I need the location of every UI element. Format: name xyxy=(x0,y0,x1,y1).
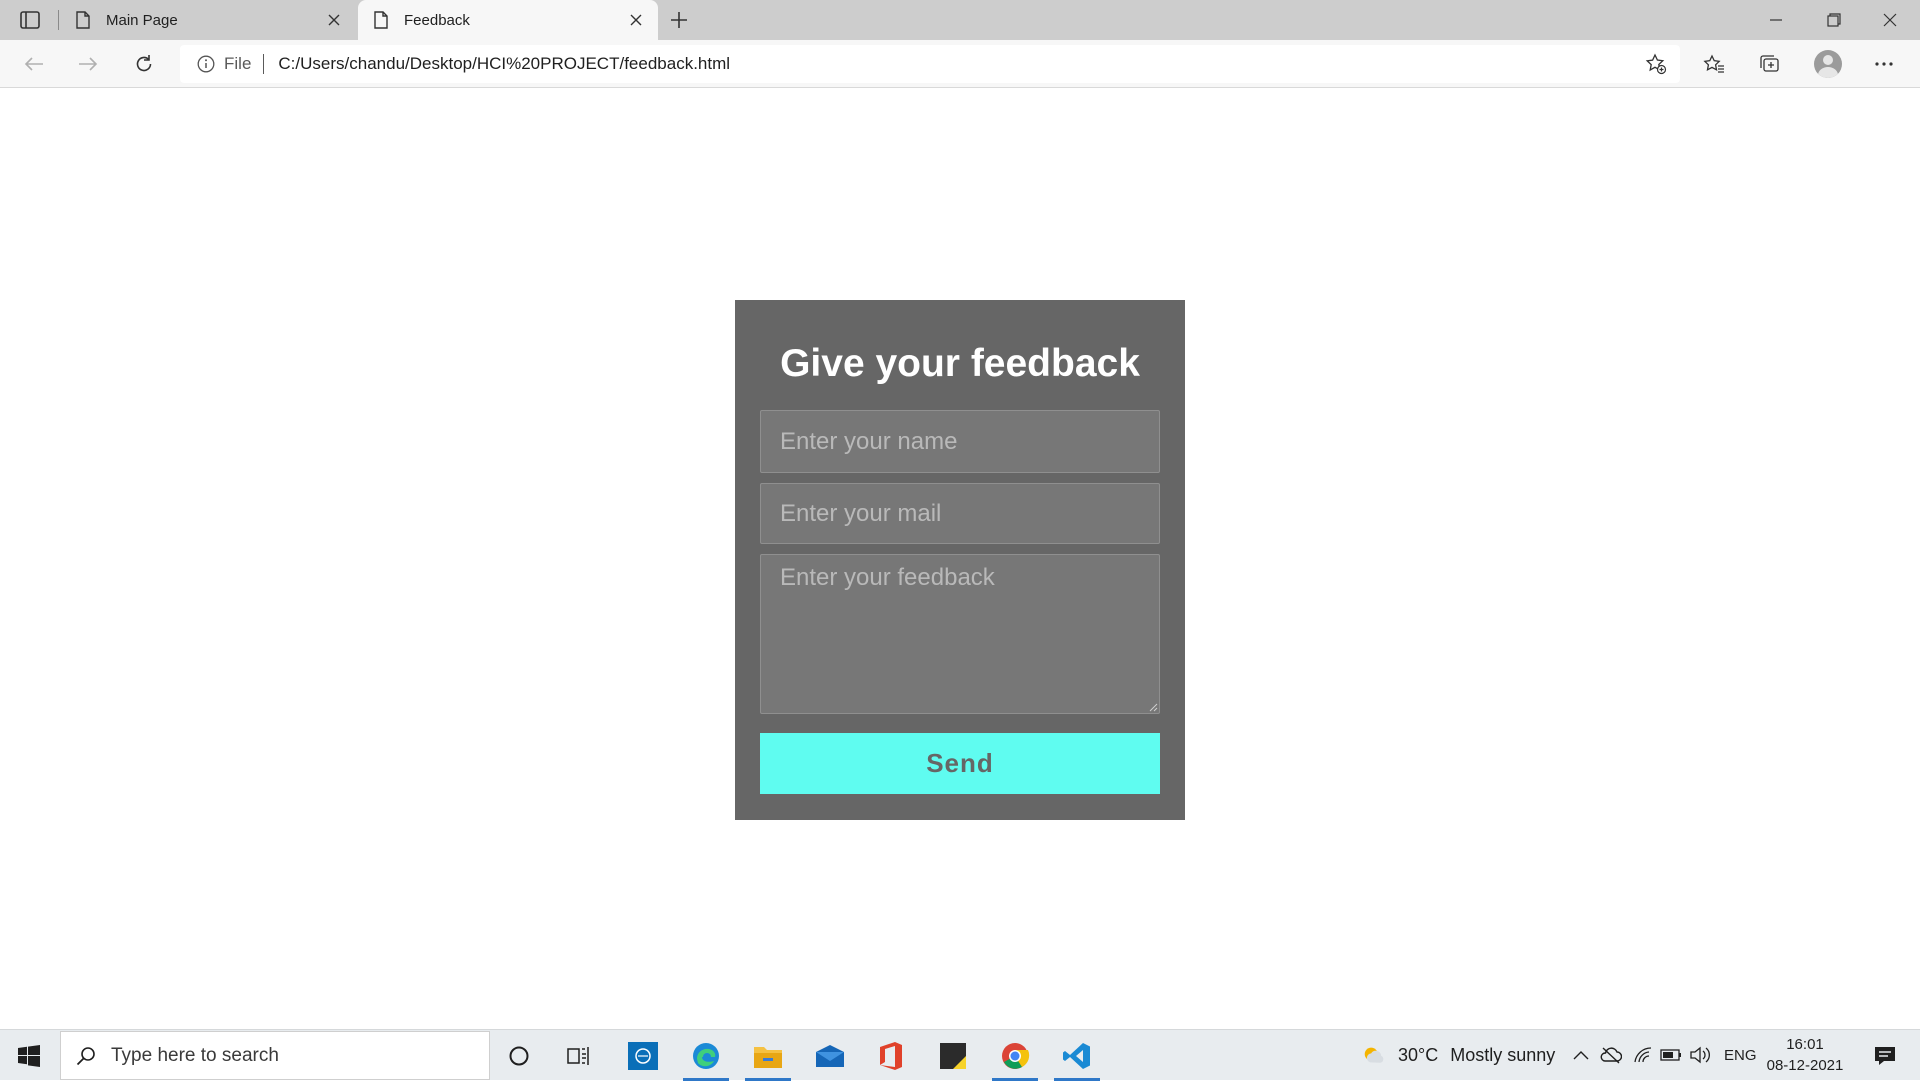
more-horizontal-icon xyxy=(1875,62,1893,66)
chevron-up-icon[interactable] xyxy=(1570,1044,1592,1066)
start-button[interactable] xyxy=(0,1030,58,1081)
task-view-icon xyxy=(567,1046,589,1065)
browser-tab-bar: Main Page Feedback xyxy=(0,0,1920,40)
clock-date: 08-12-2021 xyxy=(1766,1057,1844,1074)
tab-actions-button[interactable] xyxy=(14,8,46,32)
volume-icon[interactable] xyxy=(1690,1044,1712,1066)
address-scheme-label: File xyxy=(224,54,252,73)
feedback-textarea[interactable] xyxy=(760,554,1160,714)
input-language[interactable]: ENG xyxy=(1724,1030,1757,1081)
tab-title: Feedback xyxy=(404,11,470,29)
clock[interactable]: 16:01 08-12-2021 xyxy=(1760,1034,1850,1076)
search-placeholder: Type here to search xyxy=(111,1044,279,1066)
notifications-button[interactable] xyxy=(1860,1030,1910,1081)
feedback-form: Give your feedback Send xyxy=(735,300,1185,820)
mail-icon xyxy=(816,1044,844,1067)
favorites-button[interactable] xyxy=(1696,48,1732,80)
tab-title: Main Page xyxy=(106,11,178,29)
chrome-app-button[interactable] xyxy=(986,1030,1044,1081)
close-icon[interactable] xyxy=(622,6,650,34)
settings-menu-button[interactable] xyxy=(1866,48,1902,80)
office-icon xyxy=(880,1041,902,1070)
dell-app-icon xyxy=(628,1041,658,1070)
collections-button[interactable] xyxy=(1752,48,1788,80)
form-title: Give your feedback xyxy=(780,342,1140,385)
sticky-notes-icon xyxy=(940,1042,966,1069)
browser-toolbar: File C:/Users/chandu/Desktop/HCI%20PROJE… xyxy=(0,40,1920,88)
tab-main-page[interactable]: Main Page xyxy=(60,0,356,40)
back-button[interactable] xyxy=(16,48,52,80)
profile-button[interactable] xyxy=(1810,48,1846,80)
clock-time: 16:01 xyxy=(1786,1036,1824,1053)
taskbar-search[interactable]: Type here to search xyxy=(60,1031,490,1080)
weather-widget[interactable]: 30°C Mostly sunny xyxy=(1398,1030,1555,1081)
close-icon xyxy=(1883,13,1897,27)
email-input[interactable] xyxy=(760,483,1160,544)
page-icon xyxy=(372,11,390,29)
tab-separator xyxy=(58,10,59,30)
edge-icon xyxy=(693,1042,719,1069)
window-close-button[interactable] xyxy=(1862,0,1918,40)
file-explorer-button[interactable] xyxy=(739,1030,797,1081)
address-bar[interactable]: File C:/Users/chandu/Desktop/HCI%20PROJE… xyxy=(180,45,1680,83)
arrow-right-icon xyxy=(79,57,98,71)
name-input[interactable] xyxy=(760,410,1160,473)
folder-icon xyxy=(754,1046,782,1068)
windows-logo-icon xyxy=(18,1044,40,1067)
forward-button[interactable] xyxy=(70,48,106,80)
refresh-icon xyxy=(136,55,152,72)
weather-condition: Mostly sunny xyxy=(1450,1045,1556,1065)
page-icon xyxy=(74,11,92,29)
tab-feedback[interactable]: Feedback xyxy=(358,0,658,40)
weather-temperature: 30°C xyxy=(1398,1045,1439,1065)
restore-icon xyxy=(1827,13,1841,27)
battery-icon[interactable] xyxy=(1660,1044,1682,1066)
language-label: ENG xyxy=(1724,1047,1757,1064)
windows-taskbar: Type here to search 30°C Mostly sunny EN… xyxy=(0,1029,1920,1081)
new-tab-button[interactable] xyxy=(664,6,694,34)
onedrive-offline-icon[interactable] xyxy=(1600,1044,1622,1066)
restore-button[interactable] xyxy=(1806,0,1862,40)
notification-center-icon xyxy=(1875,1046,1895,1065)
favorites-icon xyxy=(1703,54,1724,73)
address-url[interactable]: C:/Users/chandu/Desktop/HCI%20PROJECT/fe… xyxy=(278,54,730,74)
vscode-app-button[interactable] xyxy=(1048,1030,1106,1081)
avatar xyxy=(1814,50,1842,78)
close-icon[interactable] xyxy=(320,6,348,34)
collections-icon xyxy=(1760,55,1779,72)
vscode-icon xyxy=(1063,1042,1090,1069)
sticky-notes-button[interactable] xyxy=(924,1030,982,1081)
mail-app-button[interactable] xyxy=(801,1030,859,1081)
wifi-icon[interactable] xyxy=(1632,1044,1654,1066)
info-icon[interactable] xyxy=(196,54,216,74)
office-app-button[interactable] xyxy=(862,1030,920,1081)
refresh-button[interactable] xyxy=(126,48,162,80)
tab-actions-icon xyxy=(20,11,40,29)
arrow-left-icon xyxy=(24,57,43,71)
edge-app-button[interactable] xyxy=(677,1030,735,1081)
search-icon xyxy=(75,1045,97,1067)
add-favorite-icon[interactable] xyxy=(1644,52,1668,76)
page-content: Give your feedback Send xyxy=(0,89,1920,1029)
cortana-button[interactable] xyxy=(490,1030,548,1081)
task-view-button[interactable] xyxy=(550,1030,608,1081)
minimize-button[interactable] xyxy=(1748,0,1804,40)
weather-icon[interactable] xyxy=(1362,1044,1384,1066)
minimize-icon xyxy=(1770,19,1782,21)
resize-handle-icon[interactable] xyxy=(1146,700,1158,712)
address-divider xyxy=(263,54,265,74)
cortana-icon xyxy=(509,1046,529,1065)
send-button[interactable]: Send xyxy=(760,733,1160,794)
dell-app-button[interactable] xyxy=(614,1030,672,1081)
plus-icon xyxy=(671,12,687,28)
chrome-icon xyxy=(1002,1042,1030,1069)
